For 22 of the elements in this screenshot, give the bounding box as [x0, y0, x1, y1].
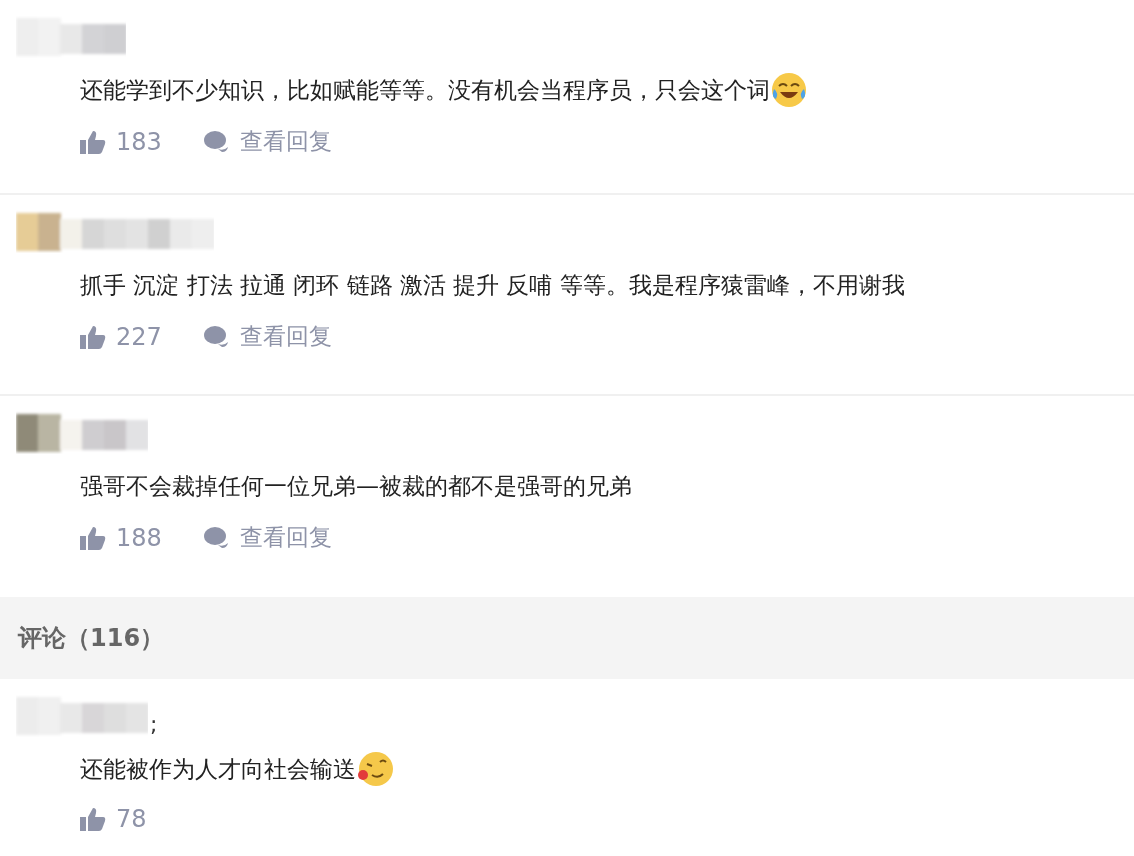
comments-count-heading: 评论（116）: [18, 623, 165, 654]
like-count: 227: [116, 322, 162, 351]
like-count: 78: [116, 805, 147, 833]
comment-text: 还能学到不少知识，比如赋能等等。没有机会当程序员，只会这个词: [80, 75, 770, 105]
tongue-emoji-icon: [356, 750, 394, 788]
like-count: 183: [116, 127, 162, 156]
comment-bubble-icon: [203, 324, 230, 349]
like-count: 188: [116, 523, 162, 552]
username-suffix: ;: [150, 712, 158, 737]
comment-text: 还能被作为人才向社会输送: [80, 754, 356, 784]
comment-text: 强哥不会裁掉任何一位兄弟—被裁的都不是强哥的兄弟: [80, 471, 632, 501]
thumbs-up-icon[interactable]: [80, 129, 106, 154]
thumbs-up-icon[interactable]: [80, 525, 106, 550]
comment-bubble-icon: [203, 129, 230, 154]
comment-text: 抓手 沉淀 打法 拉通 闭环 链路 激活 提升 反哺 等等。我是程序猿雷峰，不用谢我: [80, 270, 905, 300]
laughing-emoji-icon: [770, 71, 808, 109]
view-replies-link[interactable]: 查看回复: [203, 522, 332, 553]
view-replies-link[interactable]: 查看回复: [203, 126, 332, 157]
thumbs-up-icon[interactable]: [80, 324, 106, 349]
view-replies-link[interactable]: 查看回复: [203, 321, 332, 352]
comment-bubble-icon: [203, 525, 230, 550]
thumbs-up-icon[interactable]: [80, 807, 106, 831]
